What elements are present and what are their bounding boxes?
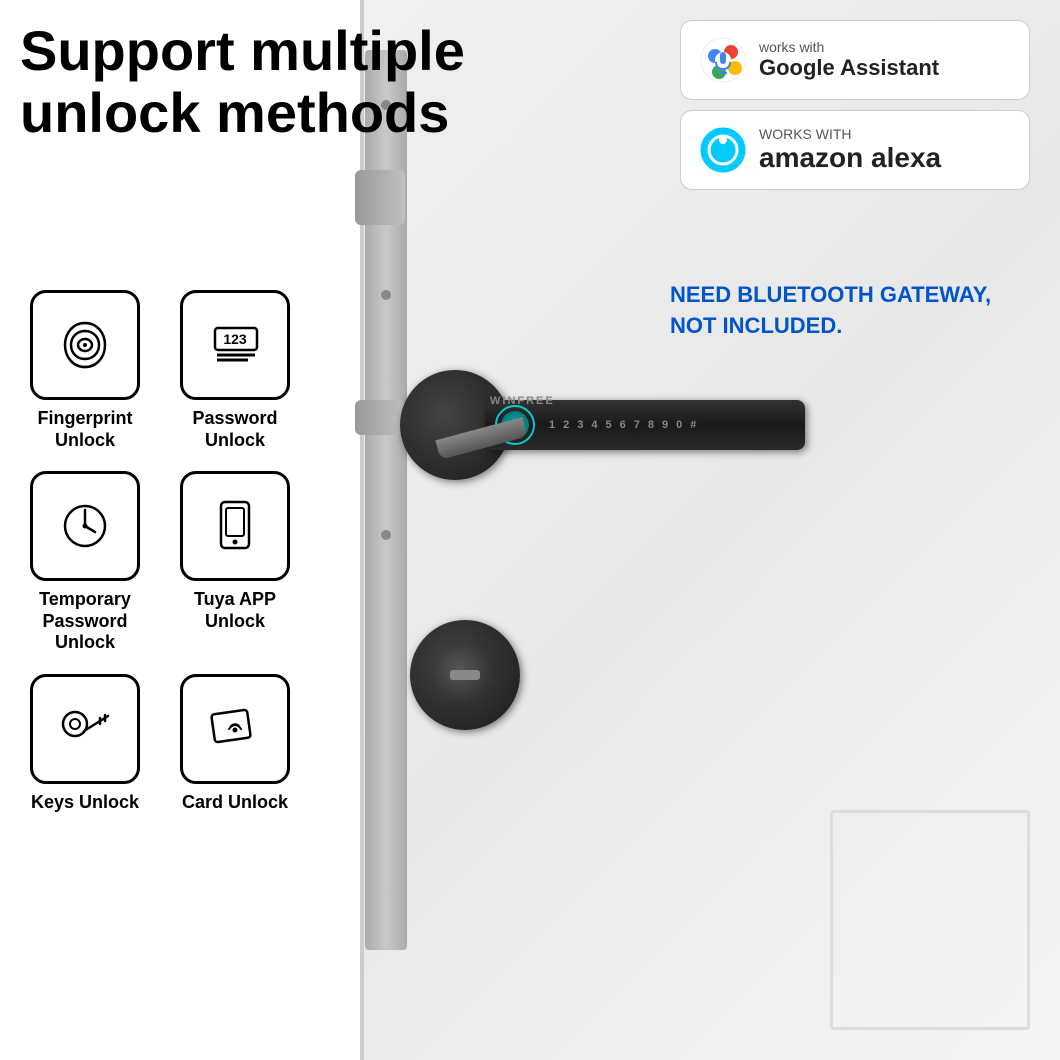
lock-bolt-middle xyxy=(355,400,405,435)
card-icon-box xyxy=(180,674,290,784)
key-7: 7 xyxy=(634,419,640,431)
svg-text:123: 123 xyxy=(223,331,247,347)
key-5: 5 xyxy=(606,419,612,431)
alexa-badge-text: WORKS WITH amazon alexa xyxy=(759,126,941,174)
key-8: 8 xyxy=(648,419,654,431)
fingerprint-icon-box xyxy=(30,290,140,400)
deadbolt-outer xyxy=(410,620,520,730)
password-icon: 123 xyxy=(203,313,268,378)
deadbolt-assembly xyxy=(410,620,520,730)
password-icon-box: 123 xyxy=(180,290,290,400)
page-title: Support multiple unlock methods xyxy=(20,20,580,143)
key-6: 6 xyxy=(620,419,626,431)
card-icon xyxy=(203,696,268,761)
temporary-icon-box xyxy=(30,471,140,581)
fingerprint-icon xyxy=(53,313,118,378)
unlock-item-card: Card Unlock xyxy=(165,674,305,814)
fingerprint-label: FingerprintUnlock xyxy=(38,408,133,451)
tuya-label: Tuya APPUnlock xyxy=(194,589,276,632)
brand-text: WINFREE xyxy=(490,395,555,407)
unlock-item-fingerprint: FingerprintUnlock xyxy=(15,290,155,451)
unlock-item-password: 123 PasswordUnlock xyxy=(165,290,305,451)
lock-plate-hole-3 xyxy=(381,530,391,540)
temporary-label: TemporaryPasswordUnlock xyxy=(39,589,131,654)
key-hash: # xyxy=(690,419,696,431)
google-badge-small-text: works with xyxy=(759,39,939,55)
google-assistant-icon xyxy=(699,36,747,84)
unlock-item-temporary: TemporaryPasswordUnlock xyxy=(15,471,155,654)
google-assistant-badge: works with Google Assistant xyxy=(680,20,1030,100)
unlock-item-tuya: Tuya APPUnlock xyxy=(165,471,305,654)
keys-label: Keys Unlock xyxy=(31,792,139,814)
unlock-item-keys: Keys Unlock xyxy=(15,674,155,814)
keypad-numbers: 1 2 3 4 5 6 7 8 9 0 # xyxy=(541,419,696,431)
app-icon xyxy=(203,494,268,559)
lock-handle-bar: 1 2 3 4 5 6 7 8 9 0 # xyxy=(485,400,805,450)
amazon-alexa-icon xyxy=(699,126,747,174)
password-label: PasswordUnlock xyxy=(192,408,277,451)
key-icon xyxy=(53,696,118,761)
deadbolt-inner xyxy=(435,645,495,705)
temporary-icon xyxy=(53,494,118,559)
key-4: 4 xyxy=(591,419,597,431)
google-badge-text: works with Google Assistant xyxy=(759,39,939,81)
main-container: 1 2 3 4 5 6 7 8 9 0 # WINFREE Support mu… xyxy=(0,0,1060,1060)
door-inner-panel xyxy=(830,810,1030,1030)
alexa-badge-large-text: amazon alexa xyxy=(759,142,941,174)
key-3: 3 xyxy=(577,419,583,431)
card-label: Card Unlock xyxy=(182,792,288,814)
lock-bolt-top xyxy=(355,170,405,225)
badges-area: works with Google Assistant WORKS WITH a… xyxy=(680,20,1030,190)
amazon-alexa-badge: WORKS WITH amazon alexa xyxy=(680,110,1030,190)
deadbolt-slot xyxy=(450,670,480,680)
google-badge-large-text: Google Assistant xyxy=(759,55,939,81)
keys-icon-box xyxy=(30,674,140,784)
key-0: 0 xyxy=(676,419,682,431)
key-9: 9 xyxy=(662,419,668,431)
alexa-badge-small-text: WORKS WITH xyxy=(759,126,941,142)
tuya-icon-box xyxy=(180,471,290,581)
bluetooth-notice: NEED BLUETOOTH GATEWAY, NOT INCLUDED. xyxy=(670,280,1010,342)
key-2: 2 xyxy=(563,419,569,431)
lock-plate xyxy=(365,50,407,950)
unlock-methods-grid: FingerprintUnlock 123 PasswordUnlock xyxy=(15,290,305,814)
lock-plate-hole-2 xyxy=(381,290,391,300)
key-1: 1 xyxy=(549,419,555,431)
